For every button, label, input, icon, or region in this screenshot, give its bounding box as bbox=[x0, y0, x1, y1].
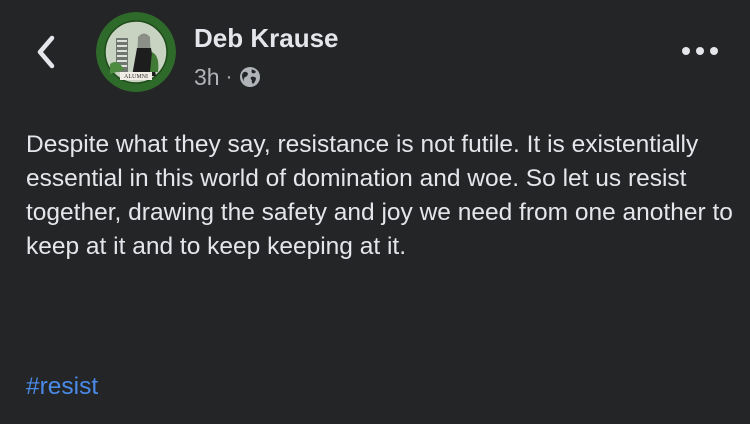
more-options-button[interactable] bbox=[678, 36, 722, 66]
meta-separator: · bbox=[225, 66, 233, 88]
more-horizontal-icon bbox=[682, 47, 718, 55]
author-name[interactable]: Deb Krause bbox=[194, 22, 339, 54]
avatar-caption: ALUMNI bbox=[124, 74, 148, 80]
post-text: Despite what they say, resistance is not… bbox=[26, 131, 733, 260]
back-button[interactable] bbox=[26, 30, 66, 74]
post-meta: 3h · bbox=[194, 62, 261, 92]
chevron-left-icon bbox=[37, 35, 55, 69]
avatar-image: ALUMNI bbox=[96, 12, 176, 92]
hashtag-link[interactable]: #resist bbox=[26, 370, 98, 404]
globe-icon[interactable] bbox=[239, 66, 261, 88]
avatar[interactable]: ALUMNI bbox=[96, 12, 176, 92]
post-timestamp[interactable]: 3h bbox=[194, 64, 220, 91]
